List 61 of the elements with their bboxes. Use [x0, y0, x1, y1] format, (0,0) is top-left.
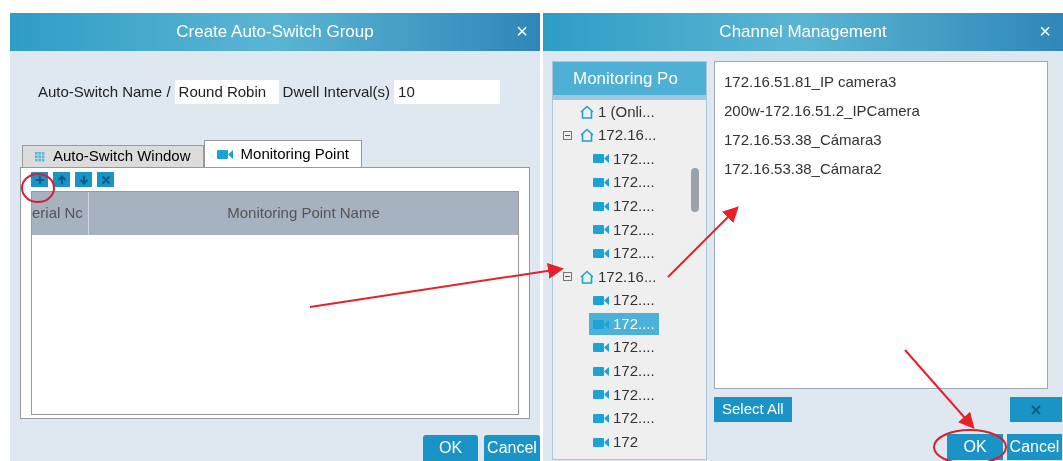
tree-item[interactable]: 172.... — [589, 218, 659, 241]
video-camera-icon — [593, 295, 609, 307]
video-camera-icon — [593, 318, 609, 330]
move-up-button[interactable] — [53, 172, 70, 187]
grid-icon — [35, 151, 45, 162]
house-icon — [580, 269, 594, 284]
close-icon — [1031, 404, 1041, 415]
close-button[interactable]: × — [1039, 21, 1051, 41]
dialog-title: Channel Management — [719, 21, 887, 44]
video-camera-icon — [593, 224, 609, 236]
list-item[interactable]: 200w-172.16.51.2_IPCamera — [724, 97, 1047, 126]
tree-item[interactable]: 172.16... — [576, 265, 661, 288]
tree-item[interactable]: 172.... — [589, 195, 659, 218]
tree-item[interactable]: 172.... — [589, 383, 659, 406]
tree-item[interactable]: 1 (Onli... — [576, 100, 659, 123]
tree-item[interactable]: 172.... — [589, 148, 659, 170]
collapse-toggle-icon[interactable] — [563, 130, 572, 140]
column-header: erial Nc — [32, 192, 89, 235]
video-camera-icon — [593, 389, 609, 401]
video-camera-icon — [216, 148, 233, 160]
video-camera-icon — [593, 436, 609, 448]
move-down-button[interactable] — [75, 172, 92, 187]
house-icon — [580, 104, 594, 119]
tree-item[interactable]: 172.... — [589, 407, 659, 430]
video-camera-icon — [593, 247, 609, 259]
tree-item[interactable]: 172.16... — [576, 124, 661, 147]
tree-item[interactable]: 172.... — [589, 242, 659, 265]
tree-item[interactable]: 172.... — [589, 336, 659, 359]
collapse-toggle-icon[interactable] — [563, 272, 572, 282]
list-item[interactable]: 172.16.53.38_Cámara2 — [724, 155, 1047, 184]
plus-icon — [33, 173, 46, 186]
field-label: Auto-Switch Name / — [38, 81, 171, 102]
tree-item[interactable]: 172.... — [589, 171, 659, 194]
dialog-title: Create Auto-Switch Group — [176, 21, 374, 44]
close-icon — [99, 173, 112, 186]
text-field[interactable]: 10 — [394, 80, 501, 104]
scrollbar-thumb[interactable] — [691, 168, 699, 212]
field-label: Dwell Interval(s) — [282, 81, 391, 102]
tab[interactable]: Auto-Switch Window — [22, 145, 204, 167]
text-field[interactable]: Round Robin — [174, 80, 279, 104]
tree-item[interactable]: 172.... — [589, 360, 659, 383]
annotation-arrow — [667, 206, 739, 278]
tab[interactable]: Monitoring Point — [203, 140, 362, 167]
video-camera-icon — [593, 200, 609, 212]
tree-item[interactable]: 172.... — [589, 289, 659, 312]
down-arrow-icon — [77, 173, 90, 186]
clear-button[interactable] — [1010, 397, 1062, 422]
video-camera-icon — [593, 153, 609, 165]
tree-item[interactable]: 172 — [589, 431, 643, 454]
column-header: Monitoring Point Name — [226, 203, 381, 224]
video-camera-icon — [593, 413, 609, 424]
highlight-circle — [21, 173, 55, 203]
delete-button[interactable] — [97, 172, 114, 187]
video-camera-icon — [593, 365, 609, 377]
house-icon — [580, 128, 594, 143]
up-arrow-icon — [55, 173, 68, 186]
video-camera-icon — [593, 177, 609, 189]
close-button[interactable]: × — [516, 21, 528, 41]
video-camera-icon — [593, 342, 609, 354]
list-item[interactable]: 172.16.53.38_Cámara3 — [724, 126, 1047, 155]
list-item[interactable]: 172.16.51.81_IP camera3 — [724, 68, 1047, 97]
